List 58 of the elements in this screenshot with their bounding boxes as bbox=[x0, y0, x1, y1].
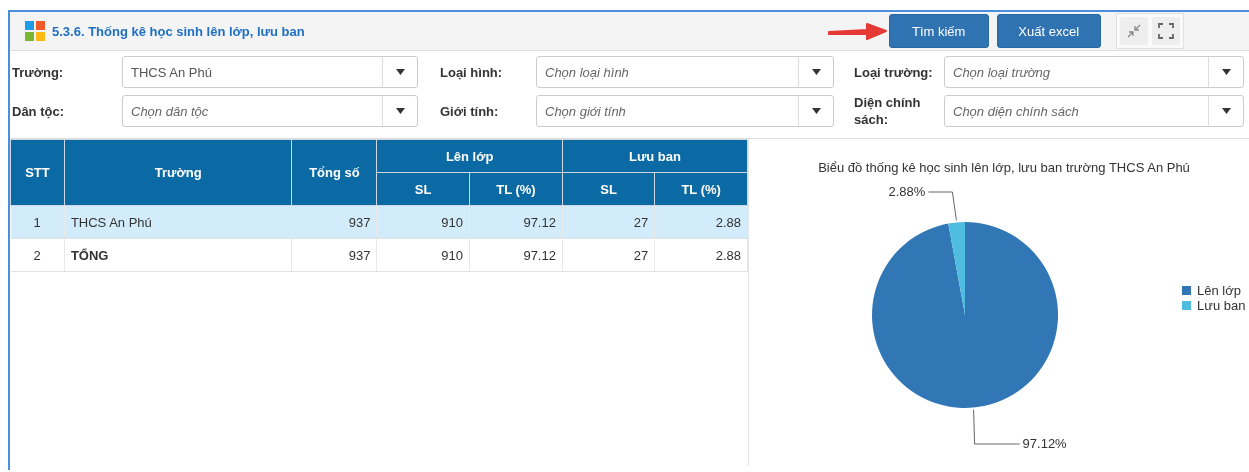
table-cell: 97.12 bbox=[469, 205, 563, 239]
filter-label: Giới tính: bbox=[439, 102, 500, 120]
column-header: Trường bbox=[64, 139, 292, 206]
table-cell: 27 bbox=[562, 238, 655, 272]
export-button[interactable]: Xuất excel bbox=[996, 14, 1101, 48]
windows-logo-icon bbox=[25, 21, 45, 41]
table-cell: 2.88 bbox=[654, 238, 748, 272]
caret-icon bbox=[811, 108, 821, 114]
table-cell: 937 bbox=[292, 205, 377, 239]
table-cell: 937 bbox=[292, 238, 377, 272]
table-cell: THCS An Phú bbox=[64, 205, 292, 239]
column-header: Tổng số bbox=[292, 139, 377, 206]
table-cell: 27 bbox=[562, 205, 655, 239]
caret-icon bbox=[811, 69, 821, 75]
caret-icon bbox=[1221, 69, 1231, 75]
column-header: SL bbox=[376, 172, 470, 206]
dropdown-field[interactable]: Chọn dân tộc bbox=[122, 95, 418, 127]
fullscreen-icon bbox=[1157, 23, 1174, 39]
leader-line bbox=[973, 409, 1021, 445]
data-label: 2.88% bbox=[888, 184, 926, 199]
data-label: 97.12% bbox=[1022, 436, 1067, 451]
table-cell: 97.12 bbox=[469, 238, 563, 272]
page-title: 5.3.6. Thống kê học sinh lên lớp, lưu ban bbox=[52, 23, 305, 39]
table-cell: 2.88 bbox=[654, 205, 748, 239]
dropdown-field[interactable]: THCS An Phú bbox=[122, 56, 418, 88]
table-cell: 1 bbox=[10, 205, 65, 239]
filter-label: Trường: bbox=[12, 63, 65, 81]
leader-line bbox=[927, 191, 957, 221]
filter-label: Loại trường: bbox=[853, 63, 934, 81]
caret-icon bbox=[395, 69, 405, 75]
legend-swatch bbox=[1182, 301, 1191, 310]
chart-title: Biểu đồ thống kê học sinh lên lớp, lưu ban trường THCS An Phú bbox=[818, 160, 1190, 175]
table-cell: 910 bbox=[376, 205, 470, 239]
column-group-header: Lên lớp bbox=[376, 139, 563, 173]
filter-label: Loại hình: bbox=[439, 63, 504, 81]
table-cell: TỔNG bbox=[64, 238, 292, 272]
caret-icon bbox=[1221, 108, 1231, 114]
column-header: TL (%) bbox=[654, 172, 748, 206]
caret-icon bbox=[395, 108, 405, 114]
column-header: STT bbox=[10, 139, 65, 206]
fullscreen-button[interactable] bbox=[1151, 17, 1180, 45]
filter-label: Diện chính sách: bbox=[853, 94, 922, 128]
legend-swatch bbox=[1182, 286, 1191, 295]
legend-label: Lên lớp bbox=[1197, 283, 1241, 298]
collapse-icon bbox=[1126, 24, 1141, 38]
dropdown-field[interactable]: Chọn loại trường bbox=[944, 56, 1244, 88]
search-button[interactable]: Tìm kiếm bbox=[888, 14, 989, 48]
table-cell: 910 bbox=[376, 238, 470, 272]
dropdown-field[interactable]: Chọn giới tính bbox=[536, 95, 834, 127]
legend-label: Lưu ban bbox=[1197, 298, 1246, 313]
table-cell: 2 bbox=[10, 238, 65, 272]
column-group-header: Lưu ban bbox=[562, 139, 748, 173]
dropdown-field[interactable]: Chọn loại hình bbox=[536, 56, 834, 88]
column-header: SL bbox=[562, 172, 655, 206]
dropdown-field[interactable]: Chọn diện chính sách bbox=[944, 95, 1244, 127]
pointer-arrow bbox=[826, 21, 887, 41]
filter-label: Dân tộc: bbox=[12, 102, 65, 120]
column-header: TL (%) bbox=[469, 172, 563, 206]
